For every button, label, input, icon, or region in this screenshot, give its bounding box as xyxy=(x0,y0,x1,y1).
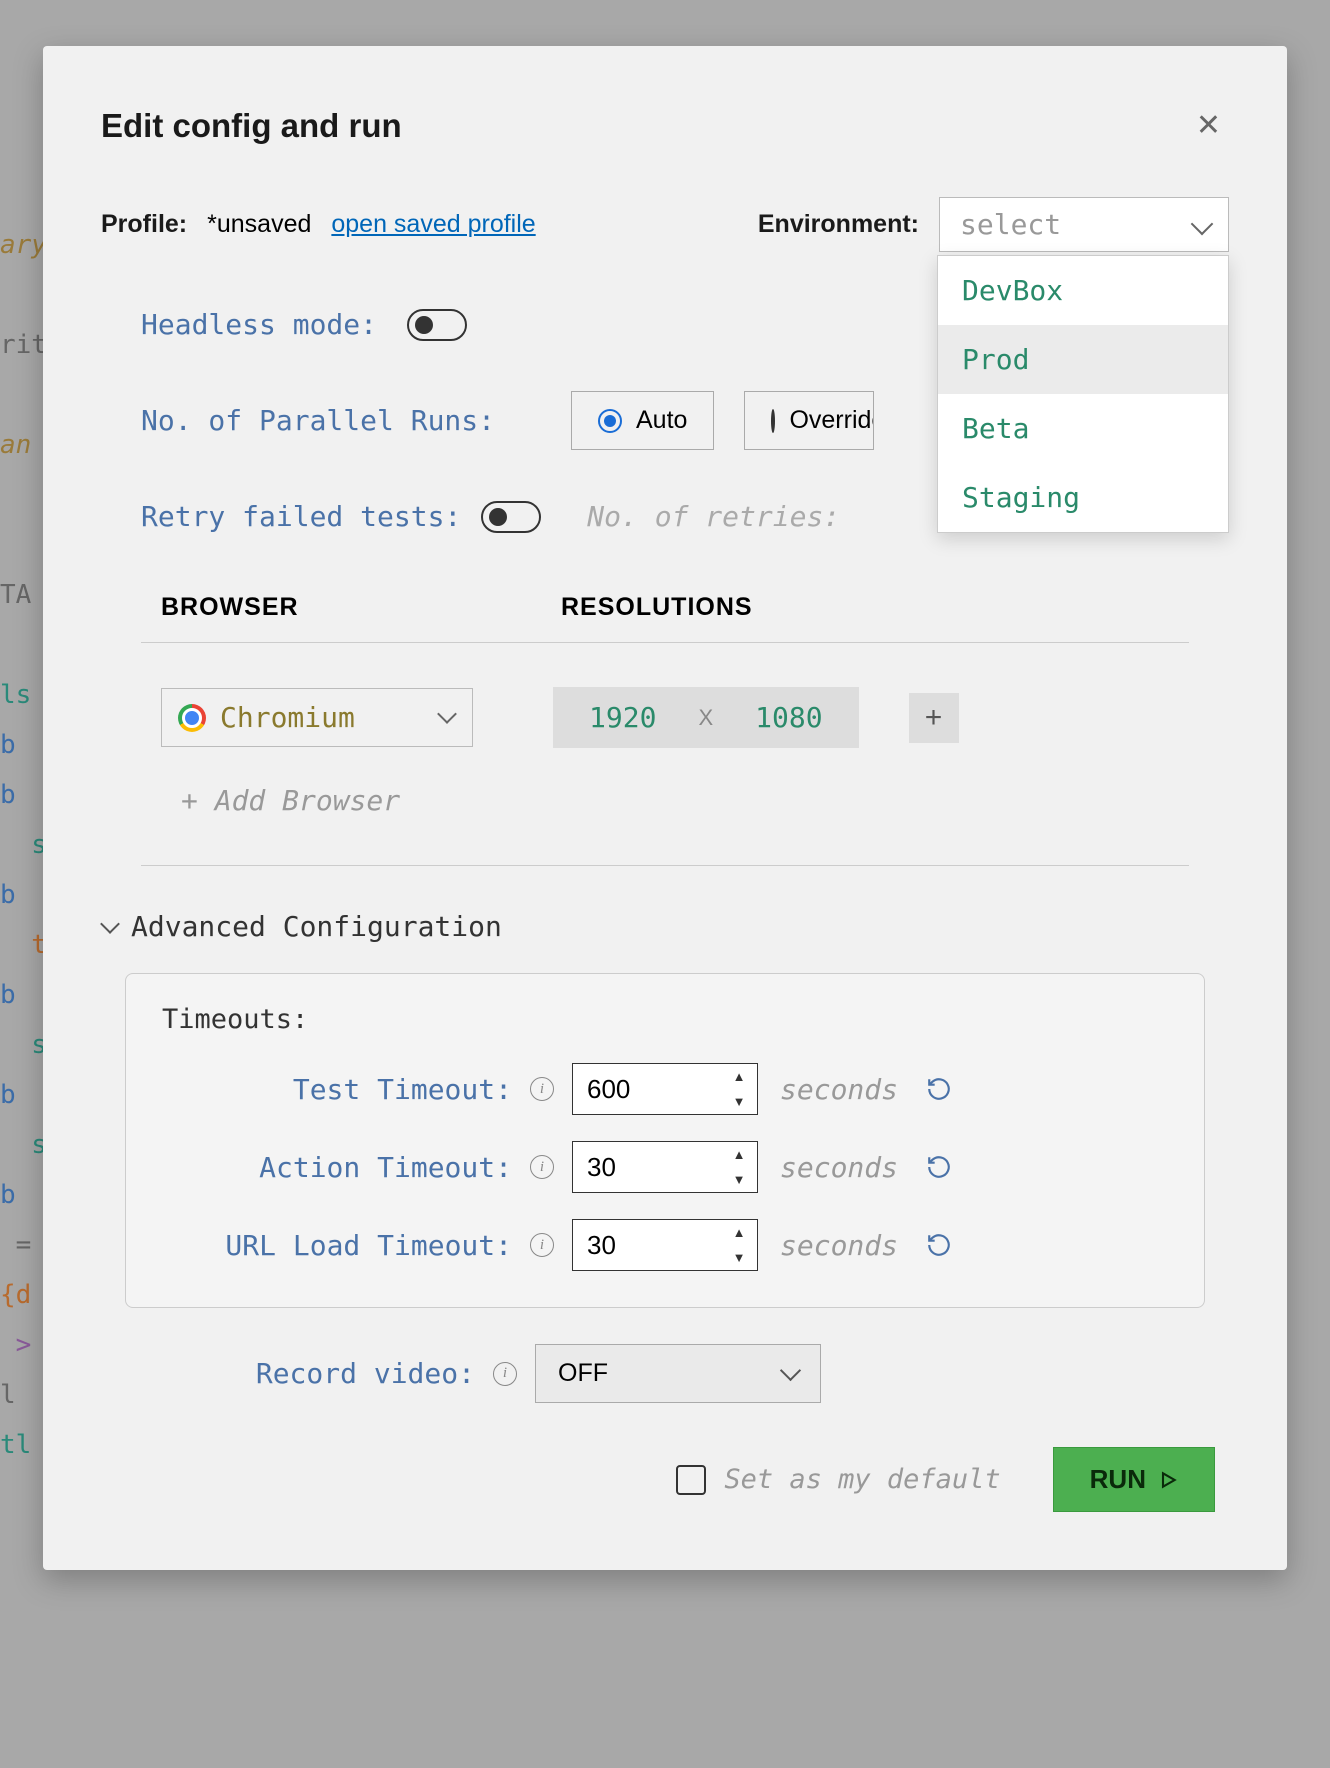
env-option-staging[interactable]: Staging xyxy=(938,463,1228,532)
test-timeout-label: Test Timeout: xyxy=(162,1073,512,1106)
divider xyxy=(141,865,1189,866)
advanced-config-panel: Timeouts: Test Timeout: i ▲▼ seconds Act… xyxy=(125,973,1205,1308)
close-icon[interactable]: ✕ xyxy=(1188,104,1229,147)
info-icon[interactable]: i xyxy=(530,1233,554,1257)
spinner-up-icon[interactable]: ▲ xyxy=(721,1220,757,1245)
info-icon[interactable]: i xyxy=(493,1362,517,1386)
radio-icon xyxy=(771,409,775,433)
profile-value: *unsaved xyxy=(207,210,311,239)
radio-icon xyxy=(598,409,622,433)
resolution-width: 1920 xyxy=(553,687,692,748)
retry-toggle[interactable] xyxy=(481,501,541,533)
open-profile-link[interactable]: open saved profile xyxy=(331,210,535,239)
action-timeout-label: Action Timeout: xyxy=(162,1151,512,1184)
spinner-up-icon[interactable]: ▲ xyxy=(721,1142,757,1167)
retries-count-label: No. of retries: xyxy=(587,500,840,533)
resolution-separator: X xyxy=(692,705,719,731)
divider xyxy=(141,642,1189,643)
timeouts-label: Timeouts: xyxy=(162,1004,1168,1035)
resolution-display[interactable]: 1920 X 1080 xyxy=(553,687,859,748)
spinner-down-icon[interactable]: ▼ xyxy=(721,1167,757,1192)
parallel-auto-radio[interactable]: Auto xyxy=(571,391,714,450)
spinner-up-icon[interactable]: ▲ xyxy=(721,1064,757,1089)
advanced-config-toggle[interactable]: Advanced Configuration xyxy=(101,910,1229,943)
profile-label: Profile: xyxy=(101,210,187,239)
spinner-down-icon[interactable]: ▼ xyxy=(721,1245,757,1270)
browser-column-header: BROWSER xyxy=(161,593,561,622)
add-resolution-button[interactable]: + xyxy=(909,693,959,743)
action-timeout-input[interactable]: ▲▼ xyxy=(572,1141,758,1193)
reset-icon[interactable] xyxy=(926,1154,952,1180)
info-icon[interactable]: i xyxy=(530,1077,554,1101)
env-option-prod[interactable]: Prod xyxy=(938,325,1228,394)
environment-dropdown: DevBox Prod Beta Staging xyxy=(937,255,1229,533)
env-option-devbox[interactable]: DevBox xyxy=(938,256,1228,325)
info-icon[interactable]: i xyxy=(530,1155,554,1179)
environment-label: Environment: xyxy=(758,210,919,239)
record-video-select[interactable]: OFF xyxy=(535,1344,821,1403)
parallel-label: No. of Parallel Runs: xyxy=(141,404,541,437)
test-timeout-input[interactable]: ▲▼ xyxy=(572,1063,758,1115)
add-browser-button[interactable]: + Add Browser xyxy=(101,784,1229,817)
record-video-label: Record video: xyxy=(125,1357,475,1390)
play-icon xyxy=(1158,1470,1178,1490)
reset-icon[interactable] xyxy=(926,1232,952,1258)
unit-label: seconds xyxy=(780,1229,910,1262)
config-modal: Edit config and run ✕ Profile: *unsaved … xyxy=(43,46,1287,1570)
headless-label: Headless mode: xyxy=(141,308,377,341)
reset-icon[interactable] xyxy=(926,1076,952,1102)
spinner-down-icon[interactable]: ▼ xyxy=(721,1089,757,1114)
url-timeout-input[interactable]: ▲▼ xyxy=(572,1219,758,1271)
default-label: Set as my default xyxy=(724,1464,1000,1495)
chevron-down-icon xyxy=(100,914,120,934)
env-option-beta[interactable]: Beta xyxy=(938,394,1228,463)
default-checkbox[interactable] xyxy=(676,1465,706,1495)
run-button[interactable]: RUN xyxy=(1053,1447,1215,1512)
resolution-height: 1080 xyxy=(719,687,858,748)
url-timeout-label: URL Load Timeout: xyxy=(162,1229,512,1262)
unit-label: seconds xyxy=(780,1151,910,1184)
unit-label: seconds xyxy=(780,1073,910,1106)
parallel-override-radio[interactable]: Override xyxy=(744,391,874,450)
environment-select[interactable]: select xyxy=(939,197,1229,252)
browser-select[interactable]: Chromium xyxy=(161,688,473,747)
headless-toggle[interactable] xyxy=(407,309,467,341)
resolutions-column-header: RESOLUTIONS xyxy=(561,593,753,622)
modal-title: Edit config and run xyxy=(101,107,402,145)
retry-label: Retry failed tests: xyxy=(141,500,461,533)
chromium-icon xyxy=(178,704,206,732)
